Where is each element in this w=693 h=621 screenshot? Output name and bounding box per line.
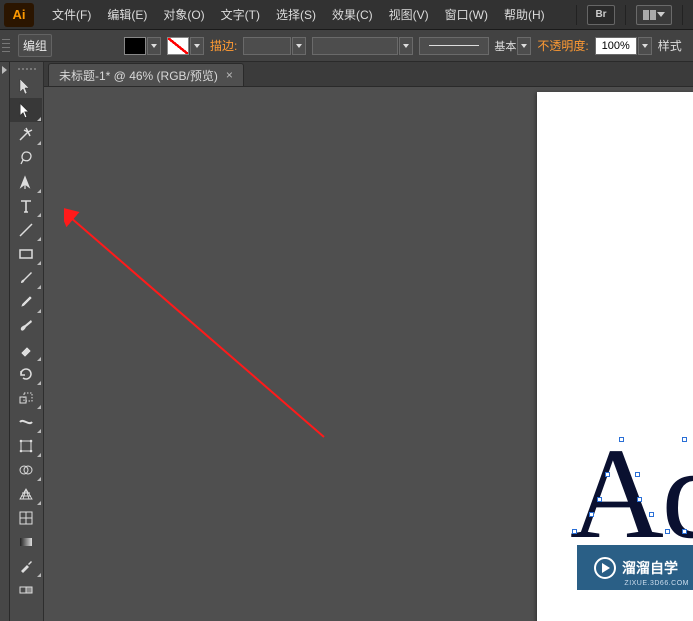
menu-window[interactable]: 窗口(W)	[437, 2, 496, 27]
style-label[interactable]: 样式	[658, 37, 682, 54]
workspace-switcher[interactable]	[636, 5, 672, 25]
menu-edit[interactable]: 编辑(E)	[99, 2, 155, 27]
gradient-tool[interactable]	[10, 530, 42, 554]
controlbar-grip[interactable]	[2, 35, 10, 57]
document-tab-title: 未标题-1* @ 46% (RGB/预览)	[59, 67, 218, 84]
document-tab[interactable]: 未标题-1* @ 46% (RGB/预览) ×	[48, 63, 244, 86]
brush-definition[interactable]: 基本	[419, 37, 531, 55]
eyedropper-tool[interactable]	[10, 554, 42, 578]
document-area: 未标题-1* @ 46% (RGB/预览) × Ad	[44, 62, 693, 621]
stroke-weight-field[interactable]	[243, 37, 306, 55]
selection-tool[interactable]	[10, 74, 42, 98]
toolbar-grip[interactable]	[10, 64, 43, 74]
rectangle-tool[interactable]	[10, 242, 42, 266]
blend-tool[interactable]	[10, 578, 42, 602]
text-object[interactable]: Ad	[570, 429, 693, 559]
menu-view[interactable]: 视图(V)	[381, 2, 437, 27]
document-tab-bar: 未标题-1* @ 46% (RGB/预览) ×	[44, 62, 693, 87]
magic-wand-tool[interactable]	[10, 122, 42, 146]
menu-file[interactable]: 文件(F)	[44, 2, 99, 27]
width-tool[interactable]	[10, 410, 42, 434]
stroke-swatch[interactable]	[167, 37, 204, 55]
annotation-arrow	[64, 207, 364, 467]
selection-mode-label[interactable]: 编组	[18, 34, 52, 57]
blob-brush-tool[interactable]	[10, 314, 42, 338]
app-logo: Ai	[4, 3, 34, 27]
line-tool[interactable]	[10, 218, 42, 242]
menu-select[interactable]: 选择(S)	[268, 2, 324, 27]
perspective-grid-tool[interactable]	[10, 482, 42, 506]
paintbrush-tool[interactable]	[10, 266, 42, 290]
play-icon	[594, 557, 616, 579]
scale-tool[interactable]	[10, 386, 42, 410]
bridge-icon[interactable]: Br	[587, 5, 615, 25]
artboard[interactable]: Ad 溜溜自学 ZIXUE.3	[537, 92, 693, 621]
free-transform-tool[interactable]	[10, 434, 42, 458]
menu-help[interactable]: 帮助(H)	[496, 2, 553, 27]
eraser-tool[interactable]	[10, 338, 42, 362]
watermark-badge: 溜溜自学 ZIXUE.3D66.COM	[577, 545, 693, 590]
watermark-url: ZIXUE.3D66.COM	[624, 580, 689, 587]
control-bar: 编组 描边: 基本 不透明度: 100% 样式	[0, 30, 693, 62]
menu-effect[interactable]: 效果(C)	[324, 2, 381, 27]
watermark-text: 溜溜自学	[622, 558, 678, 578]
opacity-label[interactable]: 不透明度:	[537, 37, 588, 54]
type-tool[interactable]	[10, 194, 42, 218]
lasso-tool[interactable]	[10, 146, 42, 170]
stroke-label[interactable]: 描边:	[210, 37, 237, 54]
shape-builder-tool[interactable]	[10, 458, 42, 482]
variable-width-profile[interactable]	[312, 37, 413, 55]
close-tab-icon[interactable]: ×	[226, 68, 233, 82]
direct-selection-tool[interactable]	[10, 98, 42, 122]
rotate-tool[interactable]	[10, 362, 42, 386]
tools-panel	[10, 62, 44, 621]
menu-bar: Ai 文件(F) 编辑(E) 对象(O) 文字(T) 选择(S) 效果(C) 视…	[0, 0, 693, 30]
fill-swatch[interactable]	[124, 37, 161, 55]
pencil-tool[interactable]	[10, 290, 42, 314]
expand-dock-icon[interactable]	[2, 66, 7, 74]
menu-object[interactable]: 对象(O)	[155, 2, 212, 27]
pen-tool[interactable]	[10, 170, 42, 194]
menu-text[interactable]: 文字(T)	[213, 2, 268, 27]
opacity-field[interactable]: 100%	[595, 37, 652, 55]
canvas[interactable]: Ad 溜溜自学 ZIXUE.3	[44, 87, 693, 621]
panel-dock-strip[interactable]	[0, 62, 10, 621]
mesh-tool[interactable]	[10, 506, 42, 530]
